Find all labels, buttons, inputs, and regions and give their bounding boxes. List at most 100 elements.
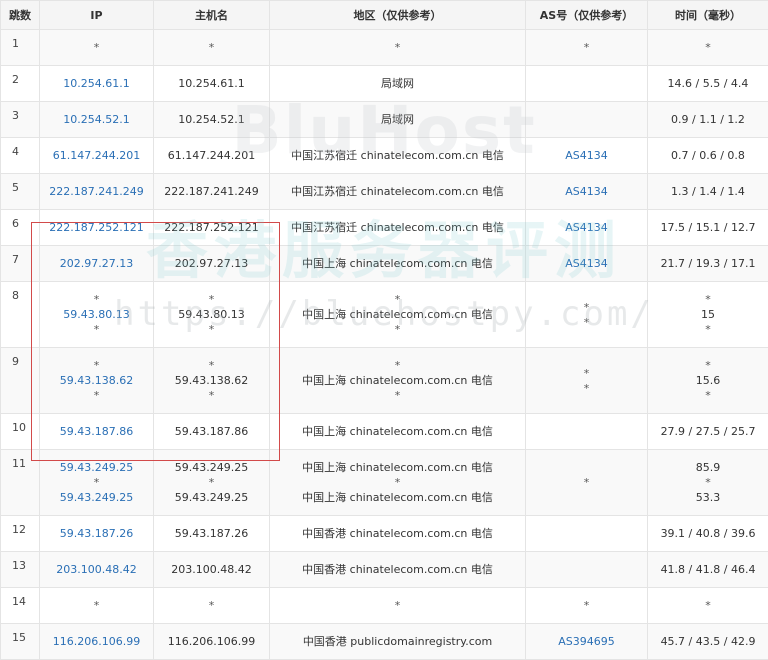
host-text: 222.187.252.121 — [164, 221, 258, 234]
ip-link[interactable]: 202.97.27.13 — [60, 257, 133, 270]
ip-cell: 116.206.106.99 — [40, 624, 154, 660]
host-text: 222.187.241.249 — [164, 185, 258, 198]
header-as: AS号（仅供参考） — [526, 1, 648, 30]
time-cell: * — [648, 30, 768, 66]
host-text: * — [209, 599, 215, 612]
region-text: * — [270, 292, 525, 307]
host-text: * — [209, 41, 215, 54]
time-text: 1.3 / 1.4 / 1.4 — [671, 185, 745, 198]
as-link[interactable]: AS394695 — [558, 635, 615, 648]
region-cell: 中国香港 chinatelecom.com.cn 电信 — [270, 516, 526, 552]
region-cell: *中国上海 chinatelecom.com.cn 电信* — [270, 348, 526, 414]
region-text: 中国江苏宿迁 chinatelecom.com.cn 电信 — [291, 185, 504, 198]
time-cell: 1.3 / 1.4 / 1.4 — [648, 174, 768, 210]
ip-link[interactable]: 10.254.52.1 — [63, 113, 129, 126]
region-text: 中国香港 chinatelecom.com.cn 电信 — [302, 527, 493, 540]
time-cell: *15.6* — [648, 348, 768, 414]
ip-link[interactable]: 222.187.241.249 — [49, 185, 143, 198]
region-cell: 中国江苏宿迁 chinatelecom.com.cn 电信 — [270, 174, 526, 210]
header-ip: IP — [40, 1, 154, 30]
ip-link[interactable]: 59.43.249.25 — [40, 460, 153, 475]
as-link[interactable]: AS4134 — [565, 149, 608, 162]
as-text: * — [526, 381, 647, 396]
region-cell: 局域网 — [270, 66, 526, 102]
as-link[interactable]: AS4134 — [565, 221, 608, 234]
table-row: 5 222.187.241.249 222.187.241.249 中国江苏宿迁 ch… — [1, 174, 768, 210]
table-row: 1159.43.249.25*59.43.249.2559.43.249.25*… — [1, 450, 768, 516]
region-text: * — [270, 358, 525, 373]
hop-number: 15 — [1, 624, 40, 660]
time-cell: 21.7 / 19.3 / 17.1 — [648, 246, 768, 282]
ip-cell: 222.187.241.249 — [40, 174, 154, 210]
ip-link[interactable]: 59.43.80.13 — [40, 307, 153, 322]
host-cell: *59.43.80.13* — [154, 282, 270, 348]
as-cell — [526, 66, 648, 102]
ip-link[interactable]: 59.43.187.26 — [60, 527, 133, 540]
as-cell — [526, 516, 648, 552]
ip-link[interactable]: 59.43.249.25 — [40, 490, 153, 505]
as-link[interactable]: AS4134 — [565, 257, 608, 270]
ip-link[interactable]: 59.43.187.86 — [60, 425, 133, 438]
time-text: 45.7 / 43.5 / 42.9 — [661, 635, 756, 648]
time-cell: *15* — [648, 282, 768, 348]
host-text: 10.254.61.1 — [178, 77, 244, 90]
time-text: * — [705, 41, 711, 54]
ip-text: * — [94, 41, 100, 54]
ip-cell: *59.43.138.62* — [40, 348, 154, 414]
host-text: 59.43.80.13 — [154, 307, 269, 322]
table-row: 12 59.43.187.26 59.43.187.26 中国香港 chinatele… — [1, 516, 768, 552]
table-row: 461.147.244.20161.147.244.201中国江苏宿迁 chin… — [1, 138, 768, 174]
time-text: * — [648, 475, 768, 490]
time-text: 27.9 / 27.5 / 25.7 — [661, 425, 756, 438]
ip-text: * — [40, 475, 153, 490]
host-text: 59.43.187.26 — [175, 527, 248, 540]
ip-link[interactable]: 10.254.61.1 — [63, 77, 129, 90]
table-row: 15116.206.106.99116.206.106.99中国香港 publi… — [1, 624, 768, 660]
as-text: * — [526, 366, 647, 381]
host-cell: 222.187.252.121 — [154, 210, 270, 246]
ip-cell: 10.254.61.1 — [40, 66, 154, 102]
ip-link[interactable]: 59.43.138.62 — [40, 373, 153, 388]
time-text: 17.5 / 15.1 / 12.7 — [661, 221, 756, 234]
time-cell: 27.9 / 27.5 / 25.7 — [648, 414, 768, 450]
host-cell: 116.206.106.99 — [154, 624, 270, 660]
ip-link[interactable]: 222.187.252.121 — [49, 221, 143, 234]
ip-cell: * — [40, 588, 154, 624]
ip-text: * — [40, 292, 153, 307]
region-cell: 中国香港 chinatelecom.com.cn 电信 — [270, 552, 526, 588]
ip-cell: 203.100.48.42 — [40, 552, 154, 588]
host-text: 61.147.244.201 — [168, 149, 255, 162]
host-text: 59.43.187.86 — [175, 425, 248, 438]
as-link[interactable]: AS4134 — [565, 185, 608, 198]
time-cell: 14.6 / 5.5 / 4.4 — [648, 66, 768, 102]
time-text: 39.1 / 40.8 / 39.6 — [661, 527, 756, 540]
time-cell: 85.9*53.3 — [648, 450, 768, 516]
region-text: 中国江苏宿迁 chinatelecom.com.cn 电信 — [291, 221, 504, 234]
header-hostname: 主机名 — [154, 1, 270, 30]
ip-link[interactable]: 116.206.106.99 — [53, 635, 140, 648]
host-cell: 61.147.244.201 — [154, 138, 270, 174]
as-cell: * — [526, 450, 648, 516]
table-row: 14***** — [1, 588, 768, 624]
ip-link[interactable]: 61.147.244.201 — [53, 149, 140, 162]
as-text: * — [584, 41, 590, 54]
hop-number: 10 — [1, 414, 40, 450]
table-row: 9*59.43.138.62**59.43.138.62**中国上海 china… — [1, 348, 768, 414]
host-cell: * — [154, 588, 270, 624]
host-text: 59.43.249.25 — [154, 460, 269, 475]
ip-cell: * — [40, 30, 154, 66]
as-cell — [526, 552, 648, 588]
time-text: 0.7 / 0.6 / 0.8 — [671, 149, 745, 162]
ip-link[interactable]: 203.100.48.42 — [56, 563, 136, 576]
as-text: * — [584, 599, 590, 612]
hop-number: 3 — [1, 102, 40, 138]
region-cell: 局域网 — [270, 102, 526, 138]
as-text: * — [526, 300, 647, 315]
host-cell: 59.43.249.25*59.43.249.25 — [154, 450, 270, 516]
hop-number: 12 — [1, 516, 40, 552]
table-row: 310.254.52.110.254.52.1局域网0.9 / 1.1 / 1.… — [1, 102, 768, 138]
host-cell: * — [154, 30, 270, 66]
as-cell: AS4134 — [526, 210, 648, 246]
host-cell: 59.43.187.26 — [154, 516, 270, 552]
hop-number: 5 — [1, 174, 40, 210]
